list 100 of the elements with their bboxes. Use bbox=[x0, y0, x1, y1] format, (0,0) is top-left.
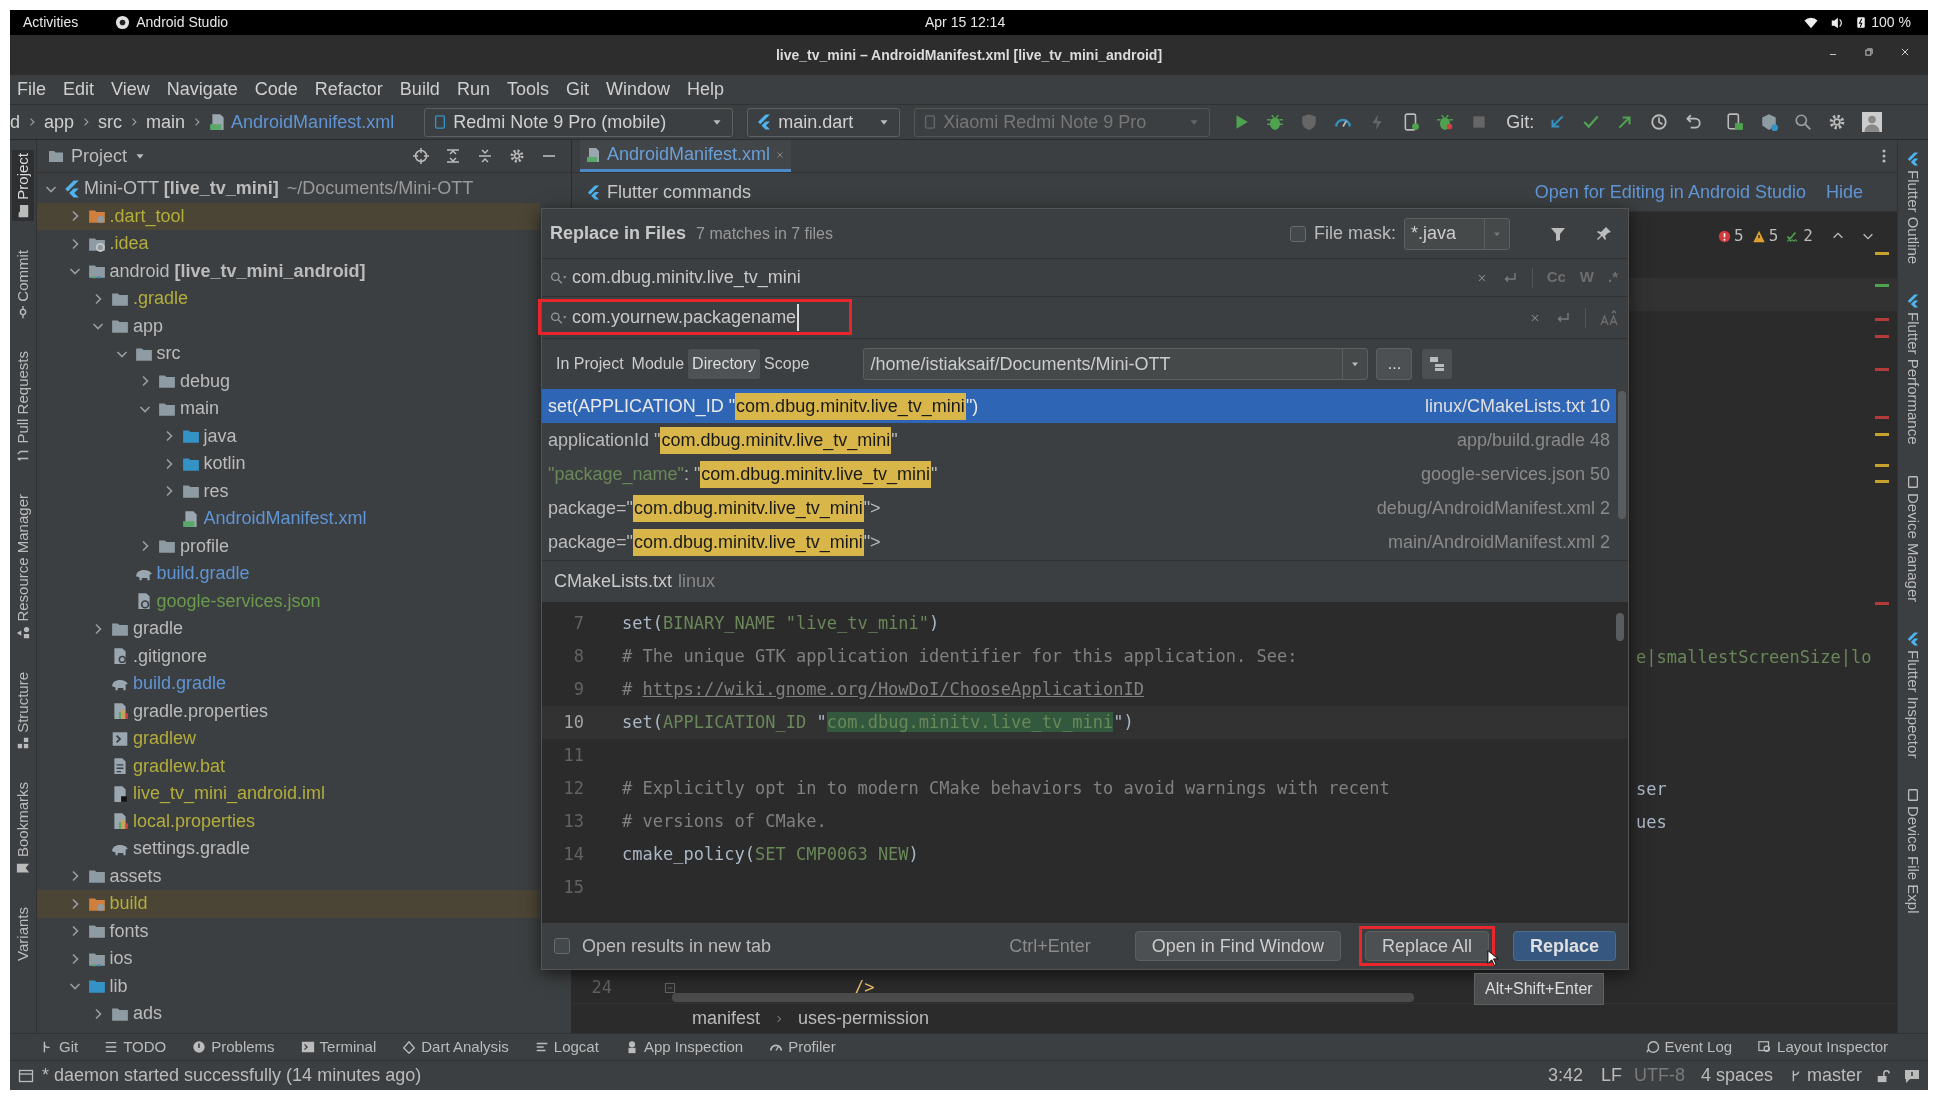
dialog-button[interactable]: Open in Find Window bbox=[1134, 931, 1341, 961]
breadcrumb-item[interactable]: app bbox=[44, 108, 75, 136]
branch-widget[interactable]: master bbox=[1789, 1062, 1862, 1089]
tree-item[interactable]: res bbox=[37, 477, 540, 505]
tool-window-tab[interactable]: Pull Requests bbox=[11, 348, 35, 465]
browse-button[interactable]: ... bbox=[1376, 348, 1413, 380]
tree-item[interactable]: assets bbox=[37, 862, 540, 890]
panel-title[interactable]: Project bbox=[47, 142, 148, 170]
breadcrumb-item[interactable]: d bbox=[10, 108, 20, 136]
tool-window-tab[interactable]: Device File Expl bbox=[1901, 788, 1925, 914]
breadcrumb-item[interactable]: uses-permission bbox=[798, 1005, 930, 1032]
breadcrumb-item[interactable]: src bbox=[98, 108, 123, 136]
tree-item[interactable]: build.gradle bbox=[37, 560, 540, 588]
tree-item[interactable]: gradlew.bat bbox=[37, 752, 540, 780]
tree-item[interactable]: debug bbox=[37, 367, 540, 395]
dialog-button[interactable]: Replace bbox=[1512, 931, 1616, 961]
menu-item[interactable]: Tools bbox=[505, 76, 550, 103]
app-name[interactable]: Android Studio bbox=[136, 12, 229, 33]
menu-item[interactable]: File bbox=[16, 76, 47, 103]
tool-window-tab[interactable]: Bookmarks bbox=[11, 779, 35, 879]
checkbox[interactable] bbox=[554, 938, 570, 954]
tree-view-button[interactable] bbox=[1422, 349, 1453, 379]
activities-button[interactable]: Activities bbox=[23, 12, 79, 33]
tool-window-tab[interactable]: Profiler bbox=[769, 1035, 836, 1059]
result-row[interactable]: package="com.dbug.minitv.live_tv_mini"> main/AndroidManifest.xml 2 bbox=[542, 525, 1616, 559]
phone-icon[interactable] bbox=[1402, 113, 1421, 131]
tree-item[interactable]: android [live_tv_mini_android] bbox=[37, 257, 540, 285]
line-separator[interactable]: LF bbox=[1600, 1062, 1622, 1089]
tree-item[interactable]: gradlew bbox=[37, 725, 540, 753]
tree-item[interactable]: .dart_tool bbox=[37, 202, 540, 230]
menu-item[interactable]: Help bbox=[686, 76, 726, 103]
tree-item[interactable]: lib bbox=[37, 972, 540, 1000]
dialog-button[interactable]: Replace All bbox=[1364, 931, 1489, 961]
tree-item[interactable]: gradle.properties bbox=[37, 697, 540, 725]
tool-window-tab[interactable]: Flutter Performance bbox=[1901, 294, 1925, 445]
bug-icon[interactable] bbox=[1436, 113, 1455, 131]
hide-link[interactable]: Hide bbox=[1825, 178, 1863, 206]
tree-item[interactable]: settings.gradle bbox=[37, 835, 540, 863]
tree-item[interactable]: main bbox=[37, 395, 540, 423]
result-row[interactable]: package="com.dbug.minitv.live_tv_mini"> debug/AndroidManifest.xml 2 bbox=[542, 491, 1616, 525]
tool-window-tab[interactable]: Project bbox=[11, 150, 35, 221]
pin-icon[interactable] bbox=[1596, 225, 1612, 242]
scope-tab[interactable]: Module bbox=[627, 349, 689, 379]
tree-item[interactable]: .gitignore bbox=[37, 642, 540, 670]
menu-item[interactable]: Code bbox=[253, 76, 299, 103]
menu-item[interactable]: Refactor bbox=[313, 76, 384, 103]
notification-icon[interactable] bbox=[1904, 1067, 1920, 1084]
tool-window-tab[interactable]: Terminal bbox=[300, 1035, 377, 1059]
avatar-icon[interactable] bbox=[1862, 112, 1883, 132]
tree-item[interactable]: .gradle bbox=[37, 285, 540, 313]
expand-all-icon[interactable] bbox=[445, 148, 461, 164]
tree-item[interactable]: ads bbox=[37, 1000, 540, 1028]
restore-icon[interactable] bbox=[1864, 47, 1874, 57]
close-icon[interactable] bbox=[1900, 47, 1910, 57]
bug-icon[interactable] bbox=[1266, 113, 1285, 131]
tree-item[interactable]: live_tv_mini_android.iml bbox=[37, 780, 540, 808]
tree-item[interactable]: local.properties bbox=[37, 807, 540, 835]
menu-item[interactable]: Git bbox=[564, 76, 590, 103]
tool-window-tab[interactable]: Flutter Inspector bbox=[1901, 632, 1925, 759]
tool-window-tab[interactable]: TODO bbox=[104, 1035, 167, 1059]
search-field[interactable]: com.dbug.minitv.live_tv_mini bbox=[542, 259, 1302, 296]
scrollbar[interactable] bbox=[1618, 391, 1626, 519]
tree-item[interactable]: Mini-OTT [live_tv_mini] ~/Documents/Mini-OTT bbox=[37, 175, 540, 203]
settings-icon[interactable] bbox=[1828, 113, 1847, 131]
settings-icon[interactable] bbox=[509, 148, 525, 164]
tool-window-tab[interactable]: Git bbox=[40, 1035, 79, 1059]
tree-item[interactable]: build.gradle bbox=[37, 670, 540, 698]
tree-item[interactable]: gradle bbox=[37, 615, 540, 643]
menu-item[interactable]: Window bbox=[604, 76, 671, 103]
dropdown[interactable]: Redmi Note 9 Pro (mobile) bbox=[424, 107, 734, 137]
replace-field[interactable]: com.yournew.packagename bbox=[542, 297, 1302, 338]
menu-item[interactable]: Navigate bbox=[165, 76, 239, 103]
tree-item[interactable]: AndroidManifest.xml bbox=[37, 505, 540, 533]
tree-item[interactable]: app bbox=[37, 312, 540, 340]
warning-count[interactable]: 5 bbox=[1751, 224, 1779, 248]
tool-window-tab[interactable]: Structure bbox=[11, 668, 35, 754]
tree-item[interactable]: profile bbox=[37, 532, 540, 560]
tool-window-tab[interactable]: Logcat bbox=[534, 1035, 599, 1059]
editor-tab[interactable]: AndroidManifest.xml bbox=[580, 140, 792, 172]
directory-dropdown[interactable]: /home/istiaksaif/Documents/Mini-OTT bbox=[863, 348, 1369, 380]
tree-item[interactable]: kotlin bbox=[37, 450, 540, 478]
shield-icon[interactable] bbox=[1300, 113, 1319, 131]
caret-position[interactable]: 3:42 bbox=[1547, 1062, 1583, 1089]
tool-window-tab[interactable]: Event Log bbox=[1645, 1035, 1733, 1059]
result-row[interactable]: applicationId "com.dbug.minitv.live_tv_mini" app/build.gradle 48 bbox=[542, 423, 1616, 457]
scope-tab[interactable]: Directory bbox=[688, 349, 761, 379]
clock-icon[interactable] bbox=[1650, 113, 1669, 131]
indent-setting[interactable]: 4 spaces bbox=[1700, 1062, 1773, 1089]
error-count[interactable]: 5 bbox=[1718, 224, 1744, 248]
tool-window-tab[interactable]: Layout Inspector bbox=[1758, 1035, 1888, 1059]
result-row[interactable]: "package_name": "com.dbug.minitv.live_tv_mini" google-services.json 50 bbox=[542, 457, 1616, 491]
tree-item[interactable]: google-services.json bbox=[37, 587, 540, 615]
status-message[interactable]: * daemon started successfully (14 minutes ago) bbox=[42, 1062, 422, 1089]
battery-icon[interactable] bbox=[1855, 15, 1868, 30]
scope-tab[interactable]: In Project bbox=[552, 349, 628, 379]
menu-item[interactable]: View bbox=[110, 76, 151, 103]
phone-icon[interactable] bbox=[1726, 113, 1745, 131]
dropdown[interactable]: main.dart bbox=[747, 107, 901, 137]
panel-toggle-icon[interactable] bbox=[18, 1067, 34, 1084]
menu-item[interactable]: Build bbox=[398, 76, 441, 103]
